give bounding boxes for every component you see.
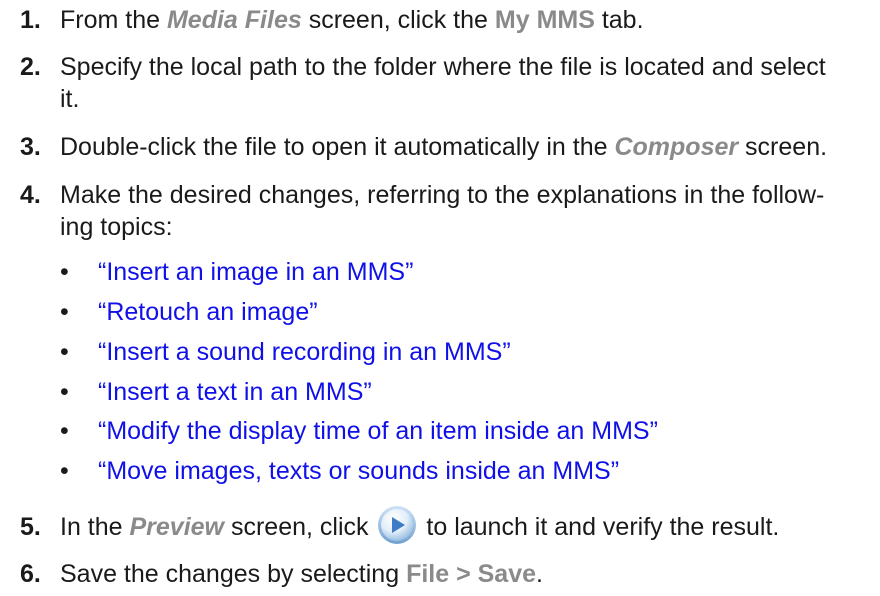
step-text: From the Media Files screen, click the M… <box>60 6 644 34</box>
step-number: 4. <box>20 181 41 209</box>
step-number: 3. <box>20 133 41 161</box>
play-button-icon[interactable] <box>377 505 417 545</box>
screen-name: Media Files <box>166 6 302 34</box>
tab-name: My MMS <box>494 6 595 34</box>
bullet: • <box>60 378 69 406</box>
step-text: In the Preview screen, click to launch i… <box>60 506 860 545</box>
topic-link[interactable]: “Insert a text in an MMS” <box>98 375 372 409</box>
step-text: Save the changes by selecting File > Sav… <box>60 560 543 588</box>
step-text: Specify the local path to the folder whe… <box>60 53 826 113</box>
bullet: • <box>60 338 69 366</box>
step-number: 5. <box>20 513 41 541</box>
step-text: Make the desired changes, referring to t… <box>60 181 825 241</box>
topic-link[interactable]: “Move images, texts or sounds inside an … <box>98 454 619 488</box>
topic-link[interactable]: “Insert a sound recording in an MMS” <box>98 335 511 369</box>
topic-link[interactable]: “Modify the display time of an item insi… <box>98 414 658 448</box>
bullet: • <box>60 417 69 445</box>
topic-link[interactable]: “Retouch an image” <box>98 295 318 329</box>
menu-path: File > Save <box>406 560 537 588</box>
screen-name: Composer <box>614 133 739 161</box>
step-text: Double-click the file to open it automat… <box>60 133 828 161</box>
step-number: 1. <box>20 6 41 34</box>
topic-link[interactable]: “Insert an image in an MMS” <box>98 255 413 289</box>
screen-name: Preview <box>129 513 225 541</box>
bullet: • <box>60 298 69 326</box>
step-number: 6. <box>20 560 41 588</box>
bullet: • <box>60 258 69 286</box>
step-number: 2. <box>20 53 41 81</box>
bullet: • <box>60 457 69 485</box>
